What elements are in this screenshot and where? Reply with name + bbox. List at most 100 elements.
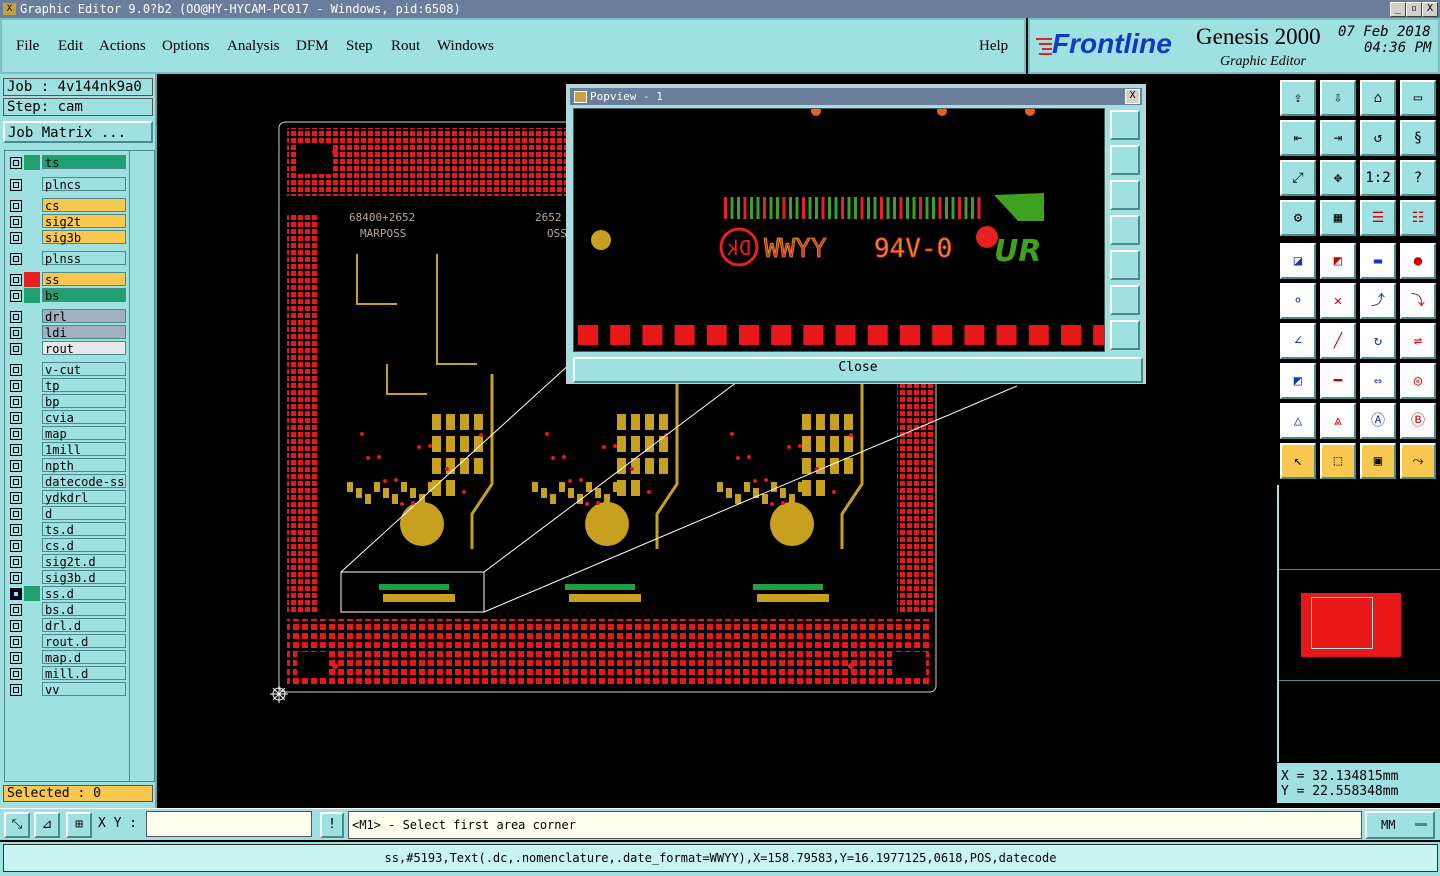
layer-name[interactable]: ydkdrl [42,490,126,505]
export-icon[interactable]: ⇥ [1320,120,1356,156]
popview-tool-3[interactable] [1110,180,1140,210]
layer-name[interactable]: npth [42,458,126,473]
layer-checkbox[interactable] [10,444,22,456]
layer-row[interactable]: sig2t [7,214,127,229]
layer-name[interactable]: plnss [42,251,126,266]
menu-actions[interactable]: Actions [99,38,146,55]
layer-checkbox[interactable] [10,216,22,228]
menu-step[interactable]: Step [346,38,373,55]
layer-row[interactable]: ss.d [7,586,127,601]
menu-file[interactable]: File [16,38,39,55]
popview-tool-5[interactable] [1110,250,1140,280]
step-icon[interactable]: § [1400,120,1436,156]
select-net-icon[interactable]: ⤳ [1400,443,1436,479]
layer-row[interactable]: sig3b.d [7,570,127,585]
layer-row[interactable]: d [7,506,127,521]
popview-tool-1[interactable] [1110,110,1140,140]
layer-name[interactable]: mill.d [42,666,126,681]
layer-name[interactable]: ldi [42,325,126,340]
menu-help[interactable]: Help [979,38,1008,55]
layer-name[interactable]: ts.d [42,522,126,537]
layer-row[interactable]: cs [7,198,127,213]
layer-row[interactable]: rout.d [7,634,127,649]
layer-name[interactable]: d [42,506,126,521]
layer-checkbox[interactable] [10,274,22,286]
measure-icon[interactable]: ⊿ [34,812,60,838]
menu-options[interactable]: Options [162,38,210,55]
layer-name[interactable]: plncs [42,177,126,192]
layer-checkbox[interactable] [10,476,22,488]
layer-list-scrollbar[interactable] [129,150,155,782]
menu-windows[interactable]: Windows [437,38,494,55]
layer-compare-icon[interactable]: ☷ [1400,200,1436,236]
layer-checkbox[interactable] [10,412,22,424]
layer-row[interactable]: plnss [7,251,127,266]
layer-name[interactable]: tp [42,378,126,393]
layer-row[interactable]: map [7,426,127,441]
ruler-icon[interactable]: ▬ [1360,243,1396,279]
layer-checkbox[interactable] [10,668,22,680]
layer-name[interactable]: sig2t [42,214,126,229]
layer-row[interactable]: plncs [7,177,127,192]
zoom-center-icon[interactable]: ✥ [1320,160,1356,196]
layer-checkbox[interactable] [10,200,22,212]
layer-checkbox[interactable] [10,556,22,568]
layer-name[interactable]: ss.d [42,586,126,601]
layer-row[interactable]: cs.d [7,538,127,553]
layer-row[interactable]: drl [7,309,127,324]
resize-icon[interactable]: ◩ [1280,363,1316,399]
info-icon[interactable]: ! [320,812,344,838]
round-pad-icon[interactable]: ● [1400,243,1436,279]
arc-icon[interactable]: ↻ [1360,323,1396,359]
arrow-a-icon[interactable]: ⩓ [1320,403,1356,439]
measure-tool-icon[interactable]: ⚙ [1280,200,1316,236]
layer-row[interactable]: sig3b [7,230,127,245]
layer-name[interactable]: rout.d [42,634,126,649]
split-icon[interactable]: ⇌ [1400,323,1436,359]
layer-checkbox[interactable] [10,343,22,355]
layer-name[interactable]: bp [42,394,126,409]
layer-checkbox[interactable] [10,572,22,584]
layer-checkbox[interactable] [10,290,22,302]
layer-checkbox[interactable] [10,524,22,536]
layer-name[interactable]: cs [42,198,126,213]
layer-checkbox[interactable] [10,327,22,339]
layer-name[interactable]: ts [42,155,126,170]
layer-checkbox[interactable] [10,364,22,376]
select-box-icon[interactable]: ⬚ [1320,443,1356,479]
add-line-icon[interactable]: ◩ [1320,243,1356,279]
xy-input[interactable] [146,811,312,837]
close-window-button[interactable]: X [1422,2,1438,17]
triangle-icon[interactable]: △ [1280,403,1316,439]
grid-tool-icon[interactable]: ▦ [1320,200,1356,236]
menu-analysis[interactable]: Analysis [227,38,280,55]
layer-name[interactable]: drl [42,309,126,324]
cut-line-icon[interactable]: ━ [1320,363,1356,399]
layer-row[interactable]: bs.d [7,602,127,617]
layer-checkbox[interactable] [10,636,22,648]
layer-row[interactable]: ss [7,272,127,287]
menu-rout[interactable]: Rout [391,38,420,55]
layer-checkbox[interactable] [10,620,22,632]
layer-name[interactable]: v-cut [42,362,126,377]
layer-row[interactable]: bs [7,288,127,303]
layer-checkbox[interactable] [10,508,22,520]
open-icon[interactable]: ⇪ [1280,80,1316,116]
popview-tool-2[interactable] [1110,145,1140,175]
add-pad-icon[interactable]: ◪ [1280,243,1316,279]
delete-icon[interactable]: ✕ [1320,283,1356,319]
layer-name[interactable]: datecode-ss [42,474,126,489]
layer-row[interactable]: ts.d [7,522,127,537]
layer-checkbox[interactable] [10,179,22,191]
minimap[interactable] [1277,485,1440,762]
popview-tool-6[interactable] [1110,285,1140,315]
undo-icon[interactable]: ↺ [1360,120,1396,156]
merge-icon[interactable]: ◎ [1400,363,1436,399]
window-icon[interactable]: ▭ [1400,80,1436,116]
layer-row[interactable]: 1mill [7,442,127,457]
layer-name[interactable]: map.d [42,650,126,665]
layer-checkbox[interactable] [10,232,22,244]
layer-name[interactable]: rout [42,341,126,356]
popview-close-icon[interactable]: X [1125,89,1140,104]
layer-name[interactable]: 1mill [42,442,126,457]
